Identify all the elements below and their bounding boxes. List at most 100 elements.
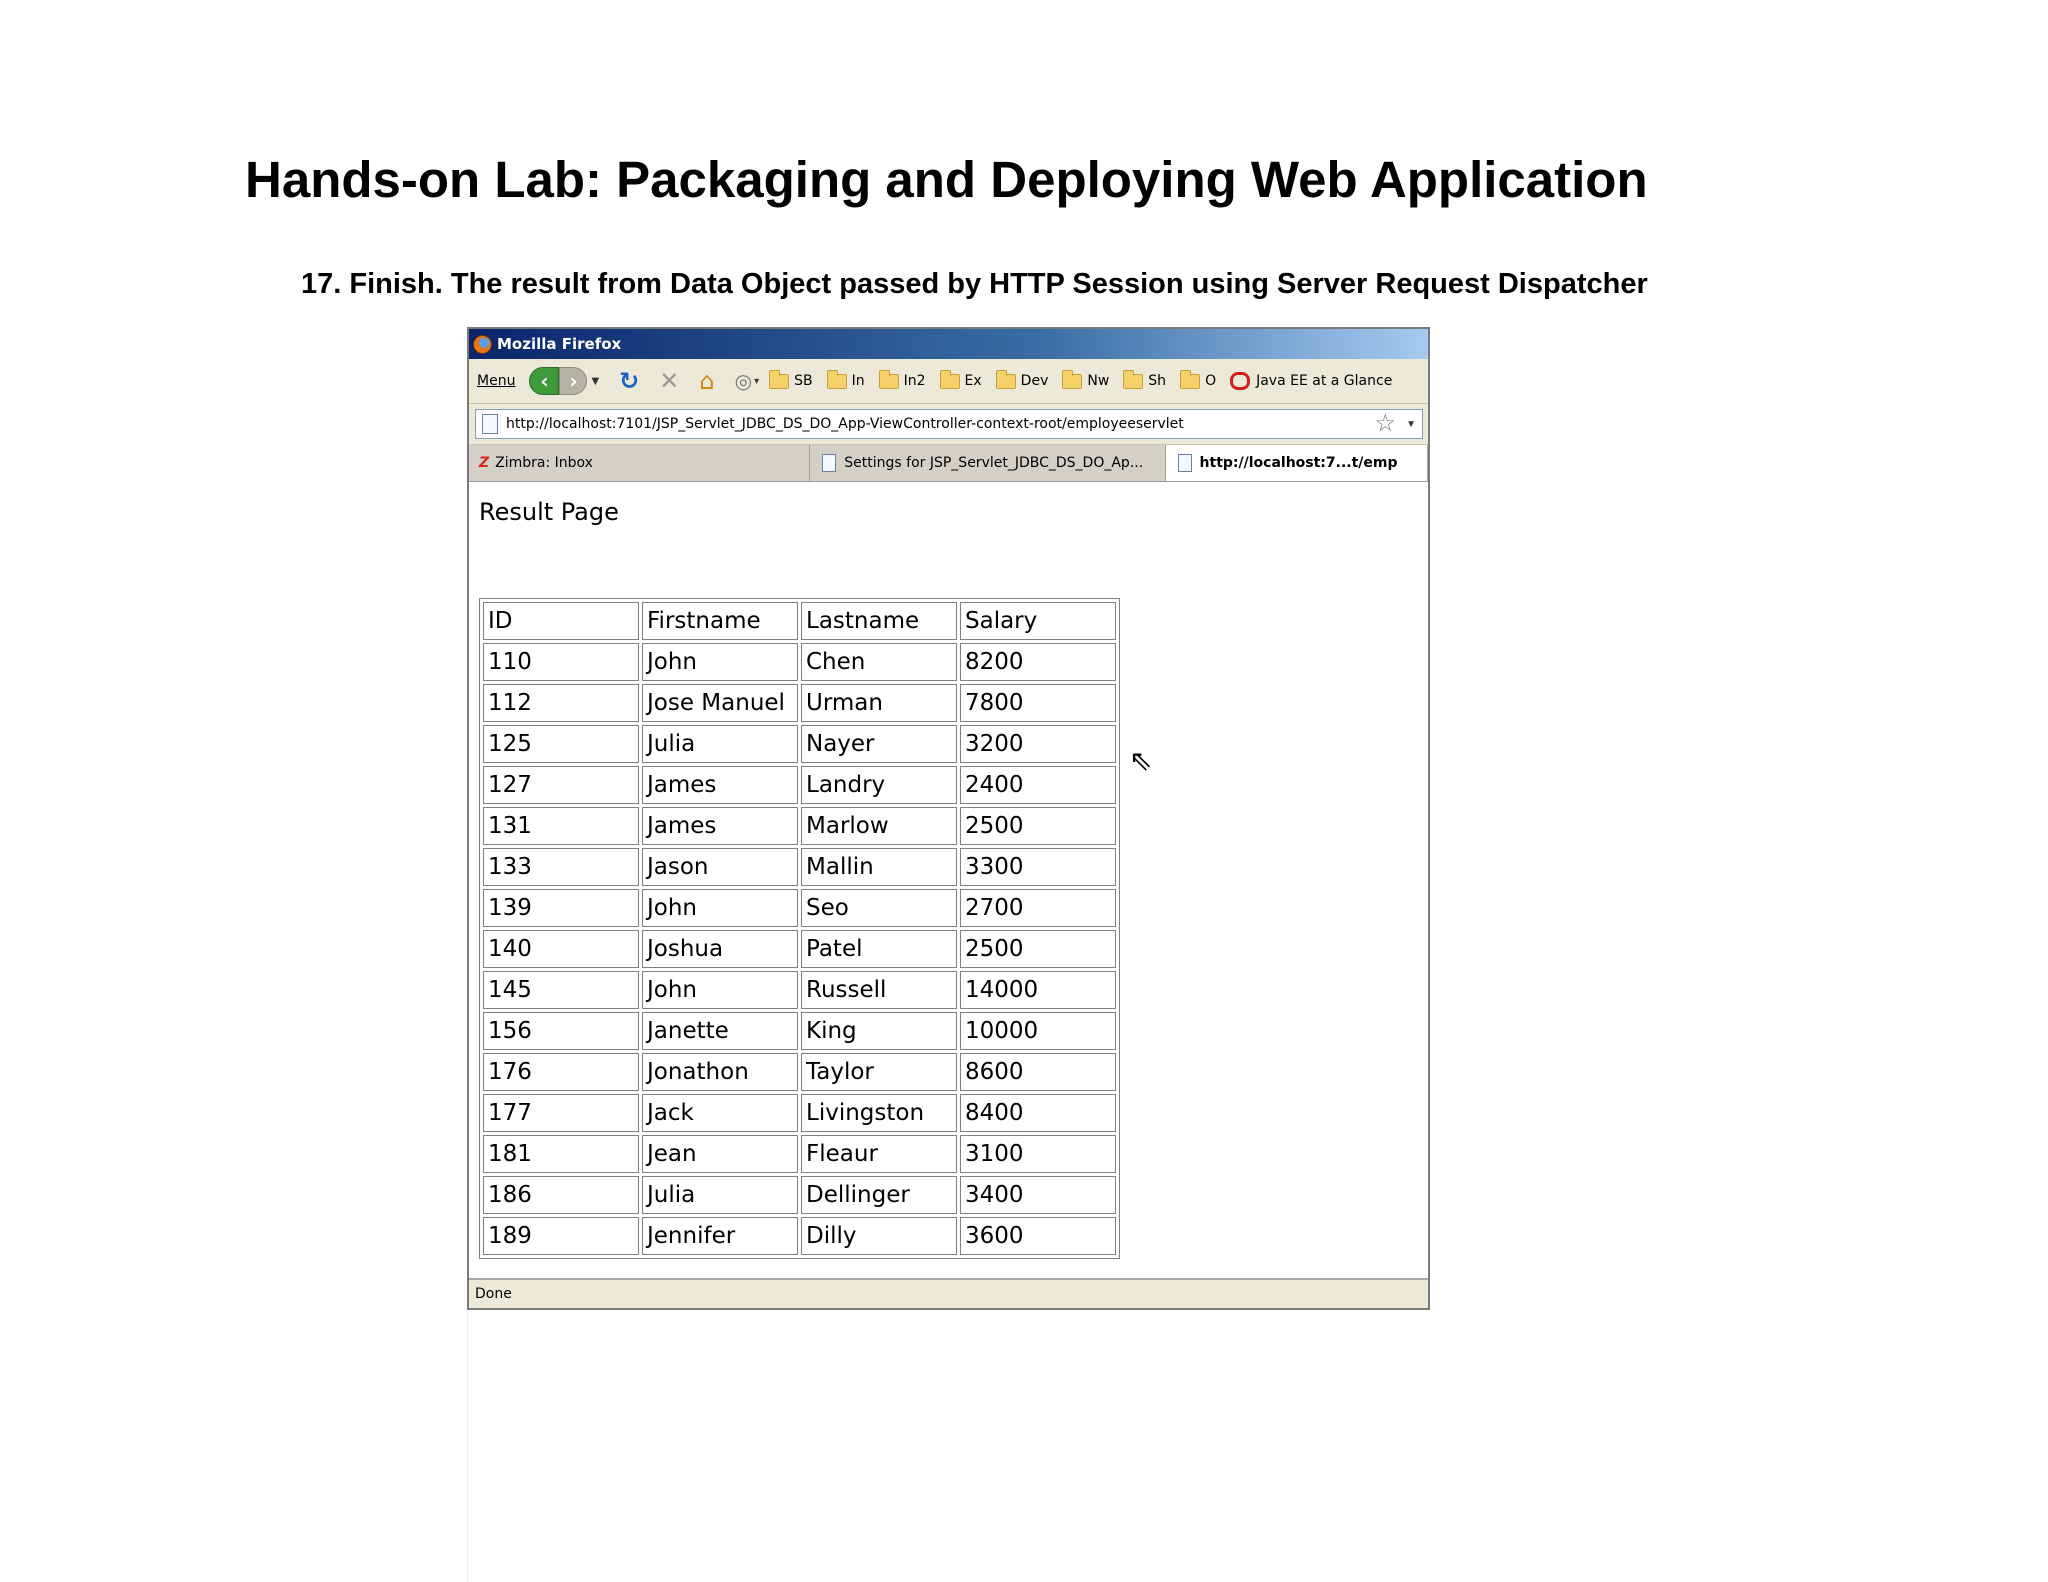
address-bar: http://localhost:7101/JSP_Servlet_JDBC_D… [469, 404, 1428, 445]
folder-icon [995, 369, 1016, 389]
bookmark-item[interactable]: Dev [995, 369, 1049, 389]
table-cell: Chen [801, 643, 957, 681]
bookmark-item[interactable]: SB [769, 369, 813, 389]
folder-icon [1123, 369, 1144, 389]
table-cell: James [642, 807, 798, 845]
table-cell: 125 [483, 725, 639, 763]
table-cell: King [801, 1012, 957, 1050]
table-cell: 10000 [960, 1012, 1116, 1050]
url-dropdown-icon[interactable]: ▼ [1406, 419, 1416, 430]
table-header-row: ID Firstname Lastname Salary [483, 602, 1116, 640]
table-row: 125 Julia Nayer 3200 [483, 725, 1116, 763]
table-cell: 112 [483, 684, 639, 722]
table-cell: 3100 [960, 1135, 1116, 1173]
table-cell: Dilly [801, 1217, 957, 1255]
table-cell: Livingston [801, 1094, 957, 1132]
table-cell: 3300 [960, 848, 1116, 886]
table-cell: 8200 [960, 643, 1116, 681]
home-icon[interactable]: ⌂ [699, 369, 714, 393]
folder-icon [826, 369, 847, 389]
tab-employeeservlet[interactable]: http://localhost:7...t/emp [1165, 445, 1428, 481]
table-cell: Mallin [801, 848, 957, 886]
table-cell: Janette [642, 1012, 798, 1050]
table-cell: 2700 [960, 889, 1116, 927]
reload-icon[interactable]: ↻ [619, 369, 639, 393]
bookmark-item[interactable]: O [1180, 369, 1216, 389]
result-page-heading: Result Page [479, 498, 619, 526]
table-cell: 133 [483, 848, 639, 886]
page-icon [1177, 454, 1192, 472]
table-cell: 127 [483, 766, 639, 804]
firefox-logo-icon [473, 334, 492, 354]
table-row: 131 James Marlow 2500 [483, 807, 1116, 845]
column-header: Lastname [801, 602, 957, 640]
tab-settings[interactable]: Settings for JSP_Servlet_JDBC_DS_DO_Ap..… [810, 445, 1166, 481]
table-cell: James [642, 766, 798, 804]
navigation-toolbar: Menu ‹ › ▼ ↻ ✕ ⌂ ◎ ▾ SB In In2 Ex Dev Nw Sh O Ja… [469, 359, 1428, 404]
table-cell: 8600 [960, 1053, 1116, 1091]
table-row: 189 Jennifer Dilly 3600 [483, 1217, 1116, 1255]
tab-label: Settings for JSP_Servlet_JDBC_DS_DO_Ap..… [844, 455, 1144, 471]
bookmark-label: SB [794, 373, 813, 389]
url-input[interactable]: http://localhost:7101/JSP_Servlet_JDBC_D… [475, 409, 1423, 439]
slide-divider [467, 1310, 468, 1582]
folder-icon [1180, 369, 1201, 389]
window-title: Mozilla Firefox [497, 335, 622, 353]
downloads-icon[interactable]: ◎ [735, 371, 752, 391]
forward-arrow-icon[interactable]: › [559, 367, 588, 395]
downloads-dropdown-icon[interactable]: ▾ [754, 376, 759, 387]
menu-button[interactable]: Menu [477, 373, 515, 389]
slide-title: Hands-on Lab: Packaging and Deploying We… [245, 151, 1648, 208]
table-cell: 110 [483, 643, 639, 681]
bookmark-item[interactable]: Sh [1123, 369, 1166, 389]
zimbra-icon: Z [479, 455, 490, 471]
bookmark-item[interactable]: Ex [939, 369, 982, 389]
stop-icon[interactable]: ✕ [659, 369, 679, 393]
employee-table: ID Firstname Lastname Salary 110 John Chen 8200… [479, 598, 1120, 1259]
bookmark-item[interactable]: Nw [1062, 369, 1110, 389]
table-cell: Julia [642, 725, 798, 763]
mouse-cursor-icon: ⇖ [1129, 745, 1153, 776]
tab-zimbra-inbox[interactable]: Z Zimbra: Inbox [469, 445, 811, 481]
table-row: 127 James Landry 2400 [483, 766, 1116, 804]
bookmark-label: Java EE at a Glance [1256, 373, 1393, 389]
table-cell: Nayer [801, 725, 957, 763]
bookmark-label: Dev [1020, 373, 1049, 389]
column-header: ID [483, 602, 639, 640]
table-cell: Fleaur [801, 1135, 957, 1173]
table-cell: Landry [801, 766, 957, 804]
table-cell: 3400 [960, 1176, 1116, 1214]
table-cell: Dellinger [801, 1176, 957, 1214]
back-arrow-icon[interactable]: ‹ [529, 367, 560, 395]
table-row: 110 John Chen 8200 [483, 643, 1116, 681]
table-cell: 176 [483, 1053, 639, 1091]
table-cell: Jean [642, 1135, 798, 1173]
page-content: Result Page ID Firstname Lastname Salary 110… [469, 482, 1428, 1280]
table-row: 186 Julia Dellinger 3400 [483, 1176, 1116, 1214]
table-cell: Seo [801, 889, 957, 927]
bookmark-label: In2 [903, 373, 926, 389]
history-dropdown-icon[interactable]: ▼ [591, 376, 599, 387]
oracle-icon [1230, 372, 1251, 390]
slide-step-caption: 17. Finish. The result from Data Object … [301, 268, 1648, 300]
bookmark-label: In [851, 373, 865, 389]
table-cell: John [642, 643, 798, 681]
table-cell: 3200 [960, 725, 1116, 763]
bookmark-item[interactable]: In2 [878, 369, 926, 389]
table-cell: Russell [801, 971, 957, 1009]
table-row: 139 John Seo 2700 [483, 889, 1116, 927]
bookmark-item[interactable]: Java EE at a Glance [1230, 372, 1392, 390]
table-cell: John [642, 889, 798, 927]
folder-icon [1062, 369, 1083, 389]
url-text: http://localhost:7101/JSP_Servlet_JDBC_D… [506, 416, 1184, 432]
page-icon [822, 454, 837, 472]
status-text: Done [475, 1286, 512, 1302]
bookmarks-bar: SB In In2 Ex Dev Nw Sh O Java EE at a Glance [769, 369, 1406, 390]
bookmark-item[interactable]: In [826, 369, 865, 389]
table-cell: Jonathon [642, 1053, 798, 1091]
table-cell: 186 [483, 1176, 639, 1214]
window-titlebar[interactable]: Mozilla Firefox [469, 329, 1428, 359]
bookmark-star-icon[interactable]: ☆ [1374, 410, 1396, 438]
table-cell: 145 [483, 971, 639, 1009]
bookmark-label: Nw [1087, 373, 1110, 389]
